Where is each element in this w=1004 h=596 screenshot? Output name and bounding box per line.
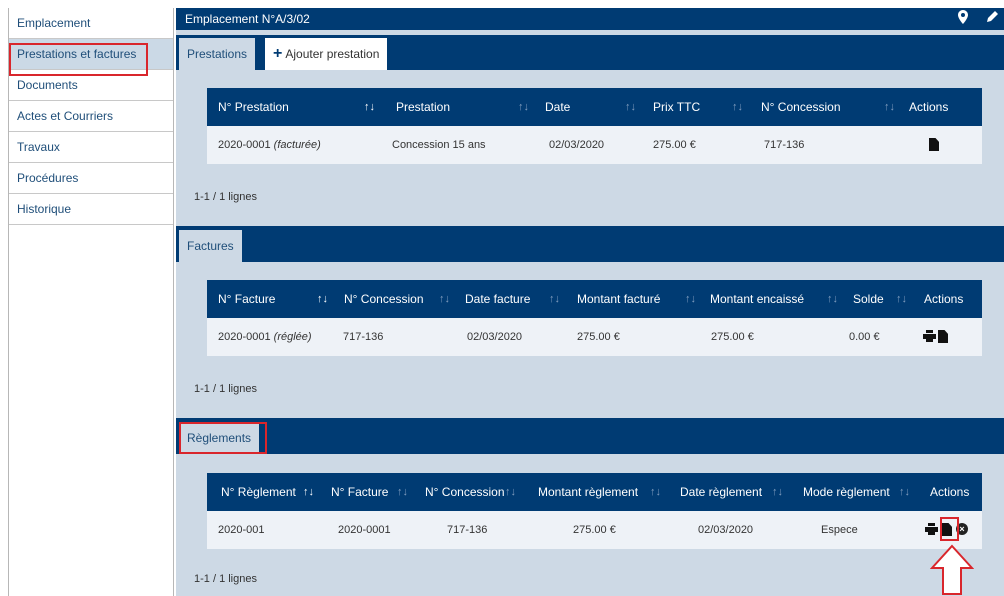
tab-factures[interactable]: Factures (179, 230, 242, 262)
cell-montant-reglement: 275.00 € (573, 524, 616, 536)
tab-prestations-label: Prestations (187, 47, 248, 61)
sort-icon[interactable]: ↑↓ (827, 280, 838, 318)
sort-icon[interactable]: ↑↓ (549, 280, 560, 318)
cell-solde: 0.00 € (849, 331, 880, 343)
sort-icon[interactable]: ↑↓ (772, 473, 783, 511)
add-prestation-label: Ajouter prestation (285, 47, 380, 61)
col-header-montant-reglement[interactable]: Montant règlement (538, 473, 638, 511)
sort-icon[interactable]: ↑↓ (685, 280, 696, 318)
prestations-tab-band: Prestations + Ajouter prestation (176, 35, 1004, 70)
tab-factures-label: Factures (187, 239, 234, 253)
plus-icon: + (273, 45, 283, 62)
factures-table-header: N° Facture ↑↓ N° Concession ↑↓ Date fact… (207, 280, 982, 318)
cell-prestation: Concession 15 ans (392, 139, 486, 151)
reglements-table-header: N° Règlement ↑↓ N° Facture ↑↓ N° Concess… (207, 473, 982, 511)
factures-tab-band: Factures (176, 226, 1004, 262)
highlight-box-document-icon (940, 517, 959, 541)
col-header-montant-encaisse[interactable]: Montant encaissé (710, 280, 804, 318)
sort-icon[interactable]: ↑↓ (439, 280, 450, 318)
cell-date-facture: 02/03/2020 (467, 331, 523, 343)
reglements-tab-band: Règlements (176, 418, 1004, 454)
col-header-date-facture[interactable]: Date facture (465, 280, 530, 318)
sort-icon[interactable]: ↑↓ (899, 473, 910, 511)
printer-icon[interactable] (923, 330, 936, 342)
printer-icon[interactable] (925, 523, 938, 535)
cell-n-facture: 2020-0001 (réglée) (218, 331, 312, 343)
sidebar-item-historique[interactable]: Historique (9, 194, 173, 225)
sort-icon[interactable]: ↑↓ (303, 473, 314, 511)
col-header-n-facture[interactable]: N° Facture (218, 280, 275, 318)
sort-icon[interactable]: ↑↓ (884, 88, 895, 126)
col-header-n-concession[interactable]: N° Concession (425, 473, 505, 511)
col-header-actions: Actions (924, 292, 964, 306)
main-panel: Emplacement N°A/3/02 Prestations + Ajoute… (176, 8, 1004, 596)
sort-icon[interactable]: ↑↓ (364, 88, 375, 126)
sort-icon[interactable]: ↑↓ (625, 88, 636, 126)
cell-prix-ttc: 275.00 € (653, 139, 696, 151)
sort-icon[interactable]: ↑↓ (317, 280, 328, 318)
arrow-up-icon (930, 544, 974, 595)
col-header-n-reglement[interactable]: N° Règlement (221, 473, 296, 511)
col-header-solde[interactable]: Solde (853, 280, 884, 318)
add-prestation-button[interactable]: + Ajouter prestation (265, 38, 388, 70)
col-header-actions: Actions (930, 485, 970, 499)
table-row[interactable]: 2020-001 2020-0001 717-136 275.00 € 02/0… (207, 511, 982, 549)
table-row[interactable]: 2020-0001 (réglée) 717-136 02/03/2020 27… (207, 318, 982, 356)
table-row[interactable]: 2020-0001 (facturée) Concession 15 ans 0… (207, 126, 982, 164)
cell-n-facture: 2020-0001 (338, 524, 391, 536)
col-header-montant-facture[interactable]: Montant facturé (577, 280, 660, 318)
col-header-n-concession[interactable]: N° Concession (344, 280, 424, 318)
cell-n-reglement: 2020-001 (218, 524, 265, 536)
pencil-icon[interactable] (986, 10, 999, 26)
cell-date: 02/03/2020 (549, 139, 605, 151)
cell-n-prestation: 2020-0001 (facturée) (218, 139, 321, 151)
pagination-count: 1-1 / 1 lignes (194, 191, 257, 203)
col-header-date[interactable]: Date (545, 88, 570, 126)
cell-n-concession: 717-136 (764, 139, 805, 151)
sidebar-item-travaux[interactable]: Travaux (9, 132, 173, 163)
col-header-n-facture[interactable]: N° Facture (331, 473, 388, 511)
col-header-date-reglement[interactable]: Date règlement (680, 473, 762, 511)
map-marker-icon[interactable] (958, 10, 968, 27)
col-header-prestation[interactable]: Prestation (396, 88, 450, 126)
sort-icon[interactable]: ↑↓ (732, 88, 743, 126)
col-header-mode-reglement[interactable]: Mode règlement (803, 473, 890, 511)
pagination-count: 1-1 / 1 lignes (194, 573, 257, 585)
cell-mode-reglement: Espece (821, 524, 858, 536)
cell-montant-facture: 275.00 € (577, 331, 620, 343)
sidebar-item-actes-et-courriers[interactable]: Actes et Courriers (9, 101, 173, 132)
sidebar-item-emplacement[interactable]: Emplacement (9, 8, 173, 39)
cell-montant-encaisse: 275.00 € (711, 331, 754, 343)
col-header-n-prestation[interactable]: N° Prestation (218, 88, 289, 126)
prestations-table-header: N° Prestation ↑↓ Prestation ↑↓ Date ↑↓ P… (207, 88, 982, 126)
sort-icon[interactable]: ↑↓ (505, 473, 516, 511)
highlight-box-sidebar (9, 43, 148, 76)
sort-icon[interactable]: ↑↓ (650, 473, 661, 511)
sort-icon[interactable]: ↑↓ (896, 280, 907, 318)
document-icon[interactable] (929, 138, 939, 151)
document-icon[interactable] (938, 330, 948, 343)
tab-prestations[interactable]: Prestations (179, 38, 256, 70)
header-bar: Emplacement N°A/3/02 (176, 8, 1004, 30)
sort-icon[interactable]: ↑↓ (397, 473, 408, 511)
highlight-box-reglements-tab (179, 422, 267, 454)
sidebar-item-procedures[interactable]: Procédures (9, 163, 173, 194)
col-header-actions: Actions (909, 100, 949, 114)
col-header-n-concession[interactable]: N° Concession (761, 88, 841, 126)
sort-icon[interactable]: ↑↓ (518, 88, 529, 126)
pagination-count: 1-1 / 1 lignes (194, 383, 257, 395)
sidebar: Emplacement Prestations et factures Docu… (8, 8, 174, 596)
cell-n-concession: 717-136 (447, 524, 488, 536)
col-header-prix-ttc[interactable]: Prix TTC (653, 88, 700, 126)
cell-date-reglement: 02/03/2020 (698, 524, 754, 536)
cell-n-concession: 717-136 (343, 331, 384, 343)
page-title: Emplacement N°A/3/02 (185, 12, 310, 26)
